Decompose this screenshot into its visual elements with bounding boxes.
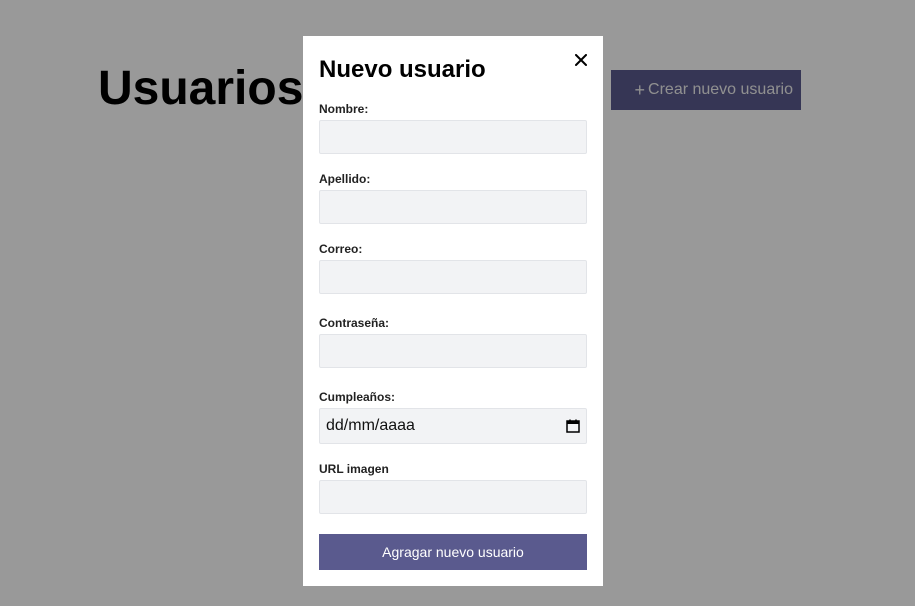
image-url-input[interactable] xyxy=(319,480,587,514)
password-input[interactable] xyxy=(319,334,587,368)
email-input[interactable] xyxy=(319,260,587,294)
close-button[interactable] xyxy=(571,50,591,70)
modal-title: Nuevo usuario xyxy=(319,56,486,83)
image-url-label: URL imagen xyxy=(319,462,389,476)
new-user-modal: Nuevo usuario Nombre: Apellido: Correo: … xyxy=(303,36,603,586)
last-name-input[interactable] xyxy=(319,190,587,224)
first-name-input[interactable] xyxy=(319,120,587,154)
close-icon xyxy=(575,54,587,66)
calendar-icon[interactable] xyxy=(566,419,580,433)
password-label: Contraseña: xyxy=(319,316,390,330)
birthday-date-input[interactable]: dd/mm/aaaa xyxy=(319,408,587,444)
add-user-button[interactable]: Agragar nuevo usuario xyxy=(319,534,587,570)
birthday-date-value: dd/mm/aaaa xyxy=(326,417,415,434)
birthday-label: Cumpleaños: xyxy=(319,390,396,404)
email-label: Correo: xyxy=(319,242,363,256)
last-name-label: Apellido: xyxy=(319,172,371,186)
first-name-label: Nombre: xyxy=(319,102,369,116)
